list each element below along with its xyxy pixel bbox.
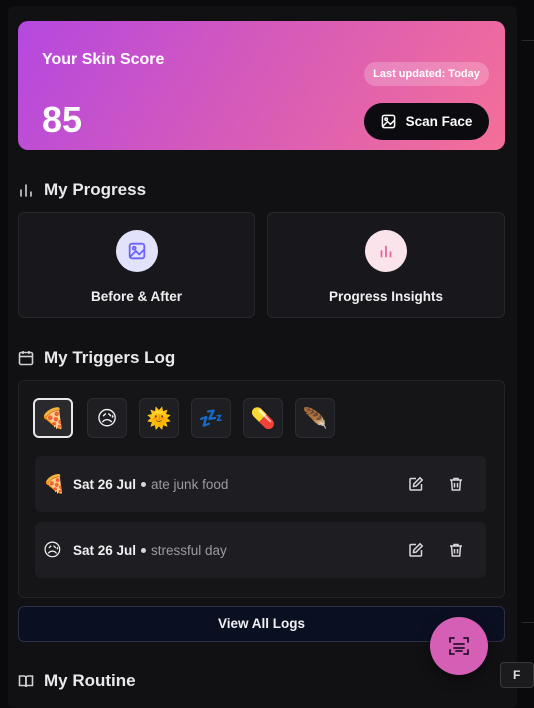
trigger-log-row: 🍕 Sat 26 Jul ate junk food xyxy=(35,456,486,512)
progress-insights-label: Progress Insights xyxy=(328,289,444,304)
sad-face-icon: 😥 xyxy=(43,539,62,560)
log-note: ate junk food xyxy=(151,476,229,492)
separator-dot xyxy=(141,547,147,553)
my-routine-title: My Routine xyxy=(44,671,136,690)
scan-fab-button[interactable] xyxy=(430,617,488,675)
trigger-sleep-button[interactable]: 💤 xyxy=(191,398,231,438)
skin-score-value: 85 xyxy=(42,99,83,140)
separator-dot xyxy=(141,481,147,487)
last-updated-badge: Last updated: Today xyxy=(364,62,489,86)
calendar-icon xyxy=(18,351,34,366)
trigger-sun-button[interactable]: 🌞 xyxy=(139,398,179,438)
pill-icon: 💊 xyxy=(250,407,276,430)
trigger-medication-button[interactable]: 💊 xyxy=(243,398,283,438)
app-panel: Your Skin Score 85 Last updated: Today S… xyxy=(8,6,517,708)
pizza-icon: 🍕 xyxy=(40,407,66,430)
bar-chart-icon xyxy=(20,184,32,197)
edit-icon[interactable] xyxy=(408,542,424,558)
before-after-label: Before & After xyxy=(90,289,182,304)
trash-icon[interactable] xyxy=(448,476,464,492)
trigger-stress-button[interactable]: 😥 xyxy=(87,398,127,438)
skin-score-title: Your Skin Score xyxy=(42,51,165,68)
image-icon xyxy=(128,242,145,260)
book-icon xyxy=(18,675,34,688)
progress-insights-icon-circle xyxy=(365,230,407,272)
trigger-log-row: 😥 Sat 26 Jul stressful day xyxy=(35,522,486,578)
my-progress-title: My Progress xyxy=(44,180,147,199)
log-date: Sat 26 Jul xyxy=(73,542,137,558)
edit-icon[interactable] xyxy=(408,476,424,492)
progress-insights-tile[interactable]: Progress Insights xyxy=(267,212,505,318)
trigger-other-button[interactable]: 🪶 xyxy=(295,398,335,438)
image-icon xyxy=(381,114,395,129)
sleep-icon: 💤 xyxy=(198,407,224,430)
sun-icon: 🌞 xyxy=(146,407,172,430)
scan-face-button[interactable]: Scan Face xyxy=(364,103,489,140)
window-edge xyxy=(518,6,534,708)
pizza-icon: 🍕 xyxy=(43,473,66,494)
my-progress-heading: My Progress xyxy=(18,180,146,200)
log-note: stressful day xyxy=(151,542,227,558)
my-triggers-heading: My Triggers Log xyxy=(18,348,175,368)
divider xyxy=(522,622,534,623)
my-routine-heading: My Routine xyxy=(18,671,136,691)
feather-icon: 🪶 xyxy=(302,407,328,430)
before-after-icon-circle xyxy=(115,230,158,272)
bar-chart-icon xyxy=(380,245,392,258)
log-date: Sat 26 Jul xyxy=(73,476,137,492)
trash-icon[interactable] xyxy=(448,542,464,558)
trigger-junk-food-button[interactable]: 🍕 xyxy=(33,398,73,438)
before-after-tile[interactable]: Before & After xyxy=(18,212,255,318)
sad-face-icon: 😥 xyxy=(96,407,118,430)
skin-score-card: Your Skin Score 85 Last updated: Today S… xyxy=(18,21,505,150)
my-triggers-title: My Triggers Log xyxy=(44,348,176,367)
tooltip-chip: F xyxy=(500,662,534,688)
divider xyxy=(522,40,534,41)
scan-face-label: Scan Face xyxy=(405,114,473,129)
scan-icon xyxy=(449,637,469,655)
